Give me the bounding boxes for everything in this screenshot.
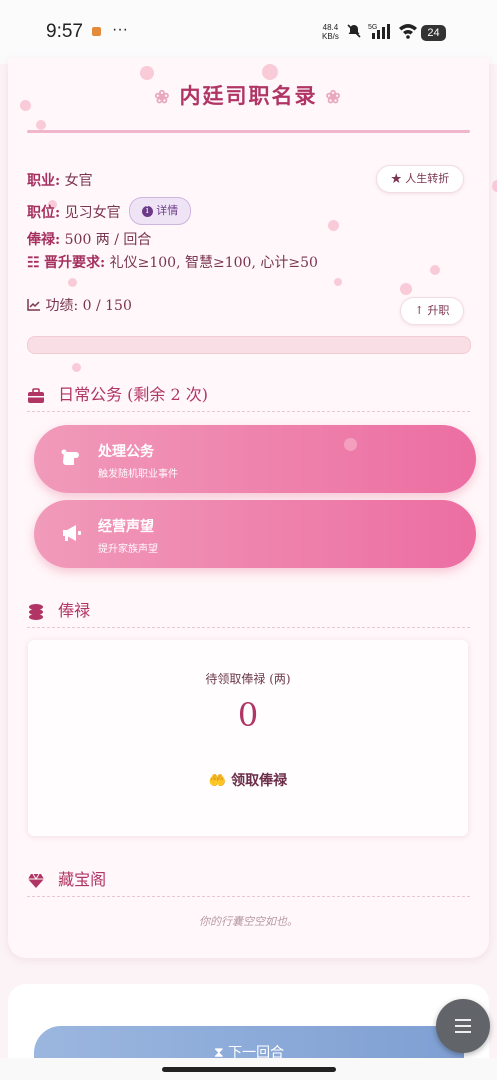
star-icon: ★ bbox=[390, 172, 402, 185]
action-subtitle: 提升家族声望 bbox=[98, 544, 158, 555]
daily-affairs-divider bbox=[27, 411, 470, 412]
signal-5g-icon: 5G bbox=[368, 24, 390, 39]
coins-icon bbox=[29, 603, 43, 620]
briefcase-icon bbox=[28, 387, 44, 403]
arrow-up-icon: ↑ bbox=[414, 304, 424, 317]
notification-app-icon bbox=[92, 27, 101, 36]
petal-decoration bbox=[344, 438, 357, 451]
handle-affairs-button[interactable]: 处理公务 触发随机职业事件 bbox=[34, 425, 476, 493]
daily-affairs-title: 日常公务 (剩余 2 次) bbox=[58, 385, 209, 404]
promote-label: 升职 bbox=[427, 304, 450, 317]
salary-divider bbox=[27, 627, 470, 628]
action-subtitle: 触发随机职业事件 bbox=[98, 469, 178, 480]
signal-label: 5G bbox=[368, 24, 377, 31]
merit-row: 功绩: 0 / 150 bbox=[27, 295, 132, 315]
menu-icon-line bbox=[455, 1031, 471, 1033]
promotion-value: 礼仪≥100, 智慧≥100, 心计≥50 bbox=[109, 255, 318, 271]
mute-bell-icon bbox=[347, 24, 361, 38]
pending-salary-label: 待领取俸禄 (两) bbox=[205, 672, 291, 686]
network-speed: 48.4 KB/s bbox=[322, 23, 339, 41]
daily-affairs-header: 日常公务 (剩余 2 次) bbox=[27, 381, 208, 405]
life-turn-button[interactable]: ★ 人生转折 bbox=[376, 165, 464, 193]
menu-icon-line bbox=[455, 1019, 471, 1021]
detail-label: 详情 bbox=[156, 204, 179, 217]
job-label: 职业: bbox=[27, 173, 61, 189]
claim-salary-label: 领取俸禄 bbox=[231, 773, 288, 789]
merit-label: 功绩: bbox=[45, 298, 79, 314]
job-row: 职业: 女官 bbox=[27, 170, 93, 190]
petal-decoration bbox=[262, 64, 278, 80]
network-speed-unit: KB/s bbox=[322, 32, 339, 41]
salary-title: 俸禄 bbox=[58, 601, 91, 620]
status-bar: 9:57 ··· 48.4 KB/s 5G 24 bbox=[0, 0, 497, 64]
action-title: 经营声望 bbox=[98, 519, 154, 535]
battery-indicator: 24 bbox=[421, 25, 446, 41]
menu-icon-line bbox=[455, 1025, 471, 1027]
treasury-empty-text: 你的行囊空空如也。 bbox=[199, 915, 298, 928]
action-title: 处理公务 bbox=[98, 444, 154, 460]
home-gesture-handle[interactable] bbox=[162, 1067, 336, 1072]
claim-salary-button[interactable]: 🤲 领取俸禄 bbox=[198, 768, 298, 794]
promote-button[interactable]: ↑ 升职 bbox=[400, 297, 464, 325]
position-value: 见习女官 bbox=[64, 205, 121, 221]
treasury-divider bbox=[27, 896, 470, 897]
chart-line-icon bbox=[27, 299, 40, 311]
title-divider bbox=[27, 130, 470, 133]
promotion-label: 晋升要求: bbox=[44, 255, 106, 271]
manage-reputation-button[interactable]: 经营声望 提升家族声望 bbox=[34, 500, 476, 568]
life-turn-label: 人生转折 bbox=[405, 172, 450, 185]
salary-row: 俸禄: 500 两 / 回合 bbox=[27, 229, 151, 249]
gem-icon bbox=[28, 873, 44, 888]
petal-decoration bbox=[492, 180, 497, 192]
salary-info-value: 500 两 / 回合 bbox=[64, 232, 152, 248]
job-value: 女官 bbox=[64, 173, 93, 189]
petal-decoration bbox=[328, 220, 339, 231]
more-notifications-icon: ··· bbox=[112, 21, 128, 38]
petal-decoration bbox=[68, 278, 77, 287]
page-title-row: ❀ 内廷司职名录 ❀ bbox=[0, 80, 497, 110]
position-row: 职位: 见习女官 bbox=[27, 202, 121, 222]
salary-header: 俸禄 bbox=[27, 597, 90, 621]
treasury-header: 藏宝阁 bbox=[27, 866, 106, 890]
pending-salary-value: 0 bbox=[237, 696, 259, 734]
status-icons: 5G bbox=[346, 22, 418, 40]
treasury-title: 藏宝阁 bbox=[58, 870, 107, 889]
flower-left-icon: ❀ bbox=[154, 87, 172, 108]
petal-decoration bbox=[72, 363, 81, 372]
status-time: 9:57 bbox=[46, 21, 83, 42]
petal-decoration bbox=[36, 120, 46, 130]
promotion-row: ☷ 晋升要求: 礼仪≥100, 智慧≥100, 心计≥50 bbox=[27, 252, 318, 272]
floating-menu-button[interactable] bbox=[436, 999, 490, 1053]
page-title: 内廷司职名录 bbox=[179, 83, 318, 108]
petal-decoration bbox=[430, 265, 440, 275]
merit-value: 0 / 150 bbox=[82, 298, 132, 314]
megaphone-icon bbox=[63, 525, 81, 541]
detail-button[interactable]: i 详情 bbox=[129, 197, 191, 225]
hand-coin-icon: 🤲 bbox=[208, 773, 227, 789]
scroll-icon bbox=[61, 449, 79, 465]
list-icon: ☷ bbox=[27, 255, 40, 271]
position-label: 职位: bbox=[27, 205, 61, 221]
network-speed-value: 48.4 bbox=[322, 23, 339, 32]
flower-right-icon: ❀ bbox=[325, 87, 343, 108]
salary-info-label: 俸禄: bbox=[27, 232, 61, 248]
salary-panel: 待领取俸禄 (两) 0 🤲 领取俸禄 bbox=[28, 640, 468, 836]
petal-decoration bbox=[400, 283, 412, 295]
petal-decoration bbox=[334, 278, 342, 286]
petal-decoration bbox=[140, 66, 154, 80]
wifi-icon bbox=[399, 24, 417, 39]
merit-progress-bar bbox=[27, 336, 471, 354]
info-icon: i bbox=[141, 205, 153, 217]
